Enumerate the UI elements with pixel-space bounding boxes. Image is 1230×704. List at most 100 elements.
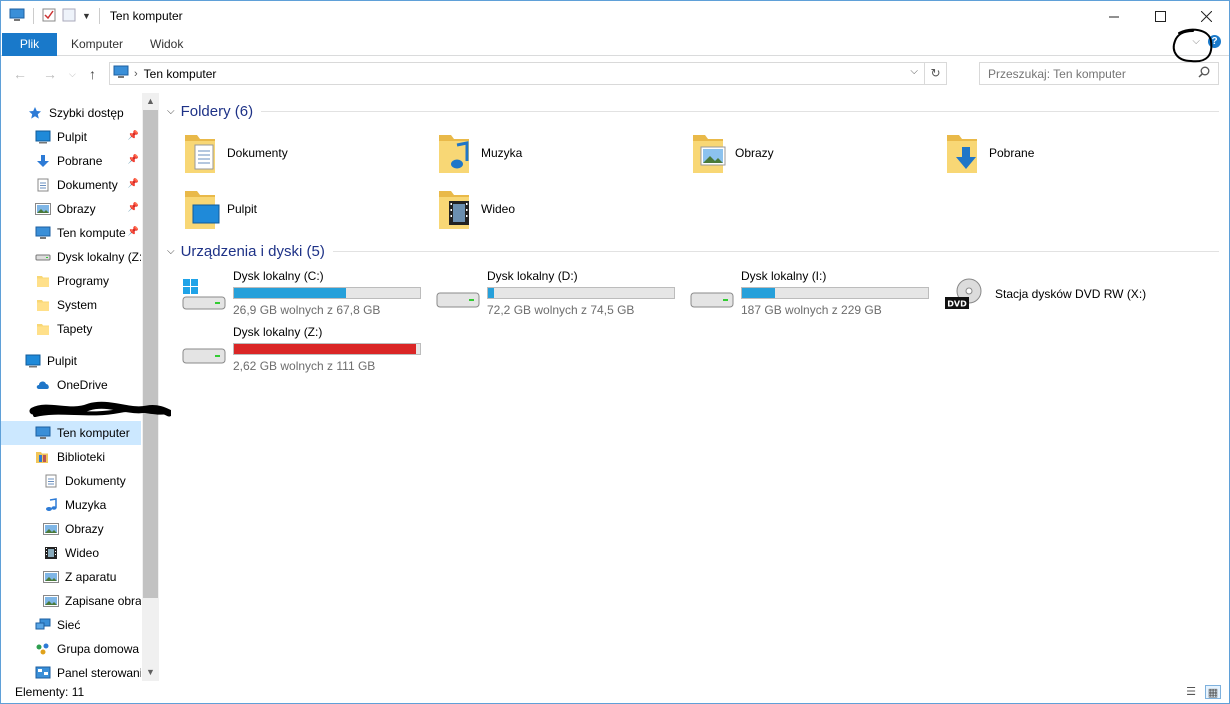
refresh-icon[interactable]: ↻ <box>924 63 946 84</box>
sidebar-item[interactable]: Dokumenty 📌 <box>1 173 141 197</box>
sidebar-item[interactable]: OneDrive <box>1 373 141 397</box>
sidebar-item[interactable]: Pobrane 📌 <box>1 149 141 173</box>
chevron-down-icon[interactable]: ⌵ <box>167 106 175 117</box>
film-icon <box>43 545 59 561</box>
customize-toolbar-icon[interactable]: ▼ <box>82 11 91 21</box>
document-icon <box>43 473 59 489</box>
sidebar-item[interactable]: Z aparatu <box>1 565 141 589</box>
sidebar-item[interactable]: Dysk lokalny (Z:) <box>1 245 141 269</box>
sidebar-item-label: Programy <box>57 274 110 288</box>
new-folder-icon[interactable] <box>62 8 76 25</box>
pin-icon[interactable]: 📌 <box>128 178 139 189</box>
sidebar-item-label: Dokumenty <box>65 474 126 488</box>
back-arrow-icon[interactable]: ← <box>13 66 27 82</box>
details-view-icon[interactable]: ☰ <box>1183 685 1199 699</box>
folder-item[interactable]: Obrazy <box>689 129 774 177</box>
breadcrumb-item[interactable]: Ten komputer <box>144 67 217 81</box>
recent-locations-icon[interactable]: ⌵ <box>69 69 76 80</box>
dvd-drive-icon: DVD <box>943 277 989 315</box>
homegroup-icon <box>35 641 51 657</box>
scroll-thumb[interactable] <box>143 110 158 598</box>
help-icon[interactable]: ? <box>1208 35 1221 48</box>
desktop-icon <box>25 353 41 369</box>
drive-icon <box>181 333 227 371</box>
drive-usage-bar <box>741 287 929 299</box>
download-arrow-icon <box>35 153 51 169</box>
folders-group-header[interactable]: ⌵ Foldery (6) <box>167 99 1219 123</box>
scroll-down-icon[interactable]: ▼ <box>142 664 159 681</box>
search-icon[interactable] <box>1198 66 1210 81</box>
drive-item[interactable]: Dysk lokalny (D:) 72,2 GB wolnych z 74,5 … <box>435 269 685 321</box>
sidebar-item[interactable]: Tapety <box>1 317 141 341</box>
drive-item[interactable]: Dysk lokalny (Z:) 2,62 GB wolnych z 111 G… <box>181 325 431 377</box>
address-bar[interactable]: › Ten komputer ⌵ ↻ <box>109 62 947 85</box>
sidebar-item[interactable]: Ten kompute 📌 <box>1 221 141 245</box>
sidebar-item-label: Tapety <box>57 322 93 336</box>
computer-icon[interactable] <box>9 8 25 25</box>
group-divider <box>261 110 1219 112</box>
sidebar-item[interactable]: Ten komputer <box>1 421 141 445</box>
drive-usage-bar <box>487 287 675 299</box>
sidebar-item[interactable]: Szybki dostęp <box>1 101 141 125</box>
chevron-down-icon[interactable]: ⌵ <box>167 246 175 257</box>
sidebar-item[interactable]: Biblioteki <box>1 445 141 469</box>
sidebar-item-label: Obrazy <box>65 522 104 536</box>
drive-item[interactable]: DVD Stacja dysków DVD RW (X:) <box>943 269 1193 321</box>
search-input[interactable] <box>980 63 1190 84</box>
sidebar-item[interactable]: Programy <box>1 269 141 293</box>
minimize-button[interactable] <box>1091 1 1137 31</box>
forward-arrow-icon[interactable]: → <box>43 66 57 82</box>
breadcrumb-separator-icon[interactable]: › <box>134 68 138 80</box>
sidebar-item-label: Obrazy <box>57 202 96 216</box>
folder-item[interactable]: Wideo <box>435 185 515 233</box>
drive-item[interactable]: Dysk lokalny (I:) 187 GB wolnych z 229 GB <box>689 269 939 321</box>
folder-item[interactable]: Pulpit <box>181 185 257 233</box>
maximize-button[interactable] <box>1137 1 1183 31</box>
sidebar-item[interactable]: Muzyka <box>1 493 141 517</box>
pin-icon[interactable]: 📌 <box>128 202 139 213</box>
tab-computer[interactable]: Komputer <box>58 33 136 56</box>
sidebar-item[interactable]: Obrazy <box>1 517 141 541</box>
sidebar-item[interactable]: Pulpit <box>1 349 141 373</box>
folder-name: Dokumenty <box>227 146 288 160</box>
folder-icon <box>35 321 51 337</box>
sidebar-item-label: Pulpit <box>57 130 88 144</box>
sidebar-item[interactable]: System <box>1 293 141 317</box>
chevron-down-icon[interactable]: ⌵ <box>910 66 918 77</box>
window-controls <box>1091 1 1229 31</box>
pin-icon[interactable]: 📌 <box>128 130 139 141</box>
toolbar-separator <box>98 8 100 24</box>
tab-file[interactable]: Plik <box>2 33 57 56</box>
large-icons-view-icon[interactable]: ▦ <box>1205 685 1221 699</box>
sidebar-item[interactable]: Obrazy 📌 <box>1 197 141 221</box>
sidebar-item[interactable]: Zapisane obraz <box>1 589 141 613</box>
svg-text:DVD: DVD <box>947 300 967 309</box>
pin-icon[interactable]: 📌 <box>128 226 139 237</box>
sidebar-item[interactable]: Sieć <box>1 613 141 637</box>
folder-item[interactable]: Muzyka <box>435 129 522 177</box>
drives-group-header[interactable]: ⌵ Urządzenia i dyski (5) <box>167 239 1219 263</box>
sidebar-scrollbar[interactable]: ▲ ▼ <box>142 93 159 681</box>
computer-icon <box>35 225 51 241</box>
folder-icon <box>35 297 51 313</box>
sidebar-item[interactable]: Wideo <box>1 541 141 565</box>
sidebar-item-label: Zapisane obraz <box>65 594 141 608</box>
expand-ribbon-icon[interactable]: ⌵ <box>1192 36 1200 47</box>
drive-icon <box>35 249 51 265</box>
content-pane: ⌵ Foldery (6) ⌵ Urządzenia i dyski (5) D… <box>161 93 1229 681</box>
scroll-up-icon[interactable]: ▲ <box>142 93 159 110</box>
sidebar-item[interactable]: Grupa domowa <box>1 637 141 661</box>
sidebar-item[interactable]: Dokumenty <box>1 469 141 493</box>
properties-icon[interactable] <box>42 8 56 25</box>
library-icon <box>35 449 51 465</box>
folder-item[interactable]: Dokumenty <box>181 129 288 177</box>
sidebar-item[interactable]: Pulpit 📌 <box>1 125 141 149</box>
tab-view[interactable]: Widok <box>137 33 196 56</box>
sidebar-item-label: Ten kompute <box>57 226 126 240</box>
close-button[interactable] <box>1183 1 1229 31</box>
up-arrow-icon[interactable]: ↑ <box>89 66 96 82</box>
drive-item[interactable]: Dysk lokalny (C:) 26,9 GB wolnych z 67,8 … <box>181 269 431 321</box>
sidebar-item-label: Dysk lokalny (Z:) <box>57 250 141 264</box>
pin-icon[interactable]: 📌 <box>128 154 139 165</box>
folder-item[interactable]: Pobrane <box>943 129 1034 177</box>
